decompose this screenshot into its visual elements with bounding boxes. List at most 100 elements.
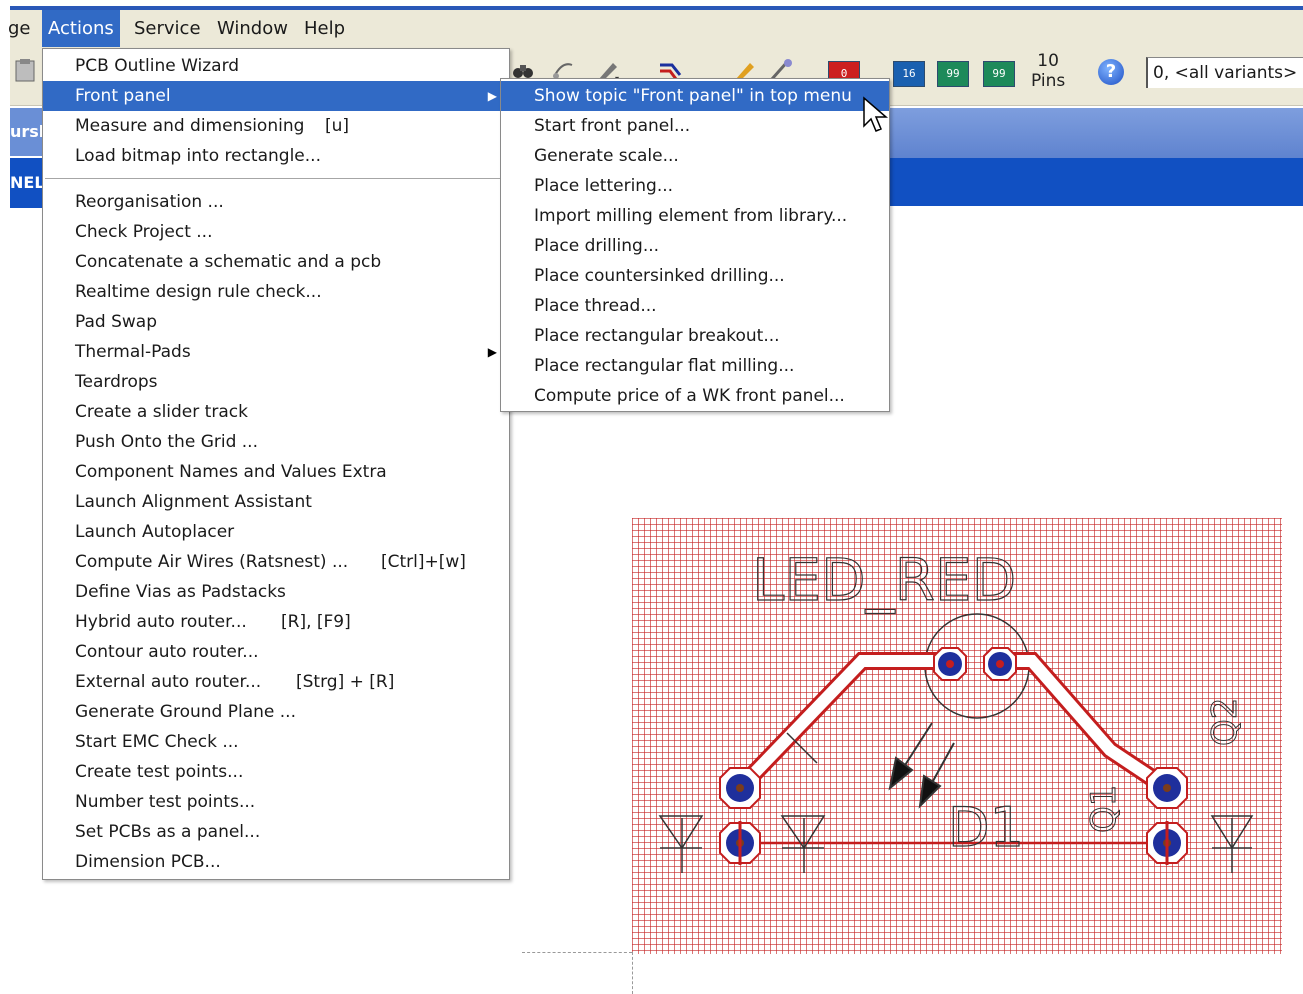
menu-page[interactable]: ge xyxy=(2,10,37,47)
menu-item-label: Measure and dimensioning xyxy=(75,116,305,136)
front-panel-submenu: Show topic "Front panel" in top menu Sta… xyxy=(500,78,890,412)
menu-item-label: Push Onto the Grid ... xyxy=(75,432,258,452)
submenu-item-generate-scale[interactable]: Generate scale... xyxy=(501,141,889,171)
menu-item-check-project[interactable]: Check Project ... xyxy=(43,217,509,247)
menu-item-label: Contour auto router... xyxy=(75,642,259,662)
help-icon[interactable]: ? xyxy=(1098,59,1124,85)
pad-led-a xyxy=(933,647,967,681)
menubar: ge Actions Service Window Help xyxy=(8,10,1303,47)
pad-q-right-2 xyxy=(1146,821,1188,865)
menu-item-shortcut: [u] xyxy=(325,116,350,136)
menu-item-label: External auto router... xyxy=(75,672,262,692)
menu-item-push-onto-grid[interactable]: Push Onto the Grid ... xyxy=(43,427,509,457)
menu-help[interactable]: Help xyxy=(298,10,351,47)
menu-item-label: Component Names and Values Extra xyxy=(75,462,387,482)
submenu-item-show-topic[interactable]: Show topic "Front panel" in top menu xyxy=(501,81,889,111)
submenu-item-place-lettering[interactable]: Place lettering... xyxy=(501,171,889,201)
menu-item-label: Compute price of a WK front panel... xyxy=(534,386,845,406)
submenu-item-compute-price[interactable]: Compute price of a WK front panel... xyxy=(501,381,889,411)
layer-chip-99b[interactable]: 99 xyxy=(983,61,1015,87)
menu-item-label: Start EMC Check ... xyxy=(75,732,239,752)
submenu-item-place-drilling[interactable]: Place drilling... xyxy=(501,231,889,261)
mouse-cursor-icon xyxy=(863,96,889,132)
menu-item-load-bitmap[interactable]: Load bitmap into rectangle... xyxy=(43,141,509,171)
menu-item-label: Show topic "Front panel" in top menu xyxy=(534,86,852,106)
menu-item-thermal-pads[interactable]: Thermal-Pads ▶ xyxy=(43,337,509,367)
menu-item-label: Place countersinked drilling... xyxy=(534,266,785,286)
q1-label: Q1 xyxy=(1084,785,1124,833)
menu-service[interactable]: Service xyxy=(128,10,207,47)
menu-item-component-names[interactable]: Component Names and Values Extra xyxy=(43,457,509,487)
pins-indicator: 10 Pins xyxy=(1031,51,1065,91)
menu-item-ground-plane[interactable]: Generate Ground Plane ... xyxy=(43,697,509,727)
actions-menu: PCB Outline Wizard Front panel ▶ Measure … xyxy=(42,48,510,880)
menu-item-label: Create a slider track xyxy=(75,402,248,422)
menu-item-shortcut: [R], [F9] xyxy=(281,612,351,632)
menu-item-label: Place thread... xyxy=(534,296,657,316)
menu-item-slider-track[interactable]: Create a slider track xyxy=(43,397,509,427)
component-value-text: LED_RED xyxy=(752,546,1016,614)
menu-item-contour-router[interactable]: Contour auto router... xyxy=(43,637,509,667)
menu-actions[interactable]: Actions xyxy=(42,10,120,47)
menu-item-label: Check Project ... xyxy=(75,222,213,242)
menu-item-shortcut: [Ctrl]+[w] xyxy=(381,552,466,572)
menu-item-reorganisation[interactable]: Reorganisation ... xyxy=(43,187,509,217)
menu-item-front-panel[interactable]: Front panel ▶ xyxy=(43,81,509,111)
variant-select[interactable]: 0, <all variants> xyxy=(1146,57,1303,88)
menu-separator xyxy=(45,178,507,179)
menu-item-realtime-drc[interactable]: Realtime design rule check... xyxy=(43,277,509,307)
menu-item-label: Create test points... xyxy=(75,762,244,782)
submenu-item-rect-flat-milling[interactable]: Place rectangular flat milling... xyxy=(501,351,889,381)
pad-q-left-2 xyxy=(719,821,761,865)
menu-item-label: Number test points... xyxy=(75,792,256,812)
menu-item-label: Place rectangular breakout... xyxy=(534,326,780,346)
title-strip-dark xyxy=(888,158,1303,206)
menu-item-label: Generate scale... xyxy=(534,146,679,166)
pcb-canvas[interactable]: LED_RED D1 Q1 Q2 xyxy=(632,518,1282,954)
menu-item-label: Import milling element from library... xyxy=(534,206,848,226)
component-name-text: D1 xyxy=(948,796,1024,859)
menu-item-shortcut: [Strg] + [R] xyxy=(296,672,395,692)
pad-led-k xyxy=(983,647,1017,681)
submenu-arrow-icon: ▶ xyxy=(487,345,497,359)
menu-item-dimension-pcb[interactable]: Dimension PCB... xyxy=(43,847,509,877)
menu-item-pad-swap[interactable]: Pad Swap xyxy=(43,307,509,337)
pins-label: Pins xyxy=(1031,71,1066,91)
layer-chip-16[interactable]: 16 xyxy=(893,61,925,87)
menu-item-label: Start front panel... xyxy=(534,116,691,136)
menu-item-label: Launch Autoplacer xyxy=(75,522,235,542)
submenu-item-countersinked-drilling[interactable]: Place countersinked drilling... xyxy=(501,261,889,291)
submenu-item-import-milling[interactable]: Import milling element from library... xyxy=(501,201,889,231)
menu-item-teardrops[interactable]: Teardrops xyxy=(43,367,509,397)
menu-item-measure-dimensioning[interactable]: Measure and dimensioning [u] xyxy=(43,111,509,141)
menu-item-emc-check[interactable]: Start EMC Check ... xyxy=(43,727,509,757)
q2-label: Q2 xyxy=(1205,698,1245,746)
layer-chip-99a[interactable]: 99 xyxy=(937,61,969,87)
menu-item-pcb-outline-wizard[interactable]: PCB Outline Wizard xyxy=(43,51,509,81)
menu-item-air-wires[interactable]: Compute Air Wires (Ratsnest) ... [Ctrl]+[… xyxy=(43,547,509,577)
menu-item-create-test-points[interactable]: Create test points... xyxy=(43,757,509,787)
clipboard-icon[interactable] xyxy=(12,57,38,83)
pins-count: 10 xyxy=(1037,51,1059,71)
menu-item-label: Launch Alignment Assistant xyxy=(75,492,312,512)
submenu-item-place-thread[interactable]: Place thread... xyxy=(501,291,889,321)
window-title-strip xyxy=(0,0,1303,10)
pad-q-right-1 xyxy=(1146,767,1188,809)
menu-item-number-test-points[interactable]: Number test points... xyxy=(43,787,509,817)
submenu-arrow-icon: ▶ xyxy=(487,89,497,103)
menu-window[interactable]: Window xyxy=(211,10,294,47)
menu-item-autoplacer[interactable]: Launch Autoplacer xyxy=(43,517,509,547)
menu-item-set-pcbs-panel[interactable]: Set PCBs as a panel... xyxy=(43,817,509,847)
menu-item-concatenate[interactable]: Concatenate a schematic and a pcb xyxy=(43,247,509,277)
menu-item-alignment-assistant[interactable]: Launch Alignment Assistant xyxy=(43,487,509,517)
menu-item-label: Reorganisation ... xyxy=(75,192,224,212)
submenu-item-rect-breakout[interactable]: Place rectangular breakout... xyxy=(501,321,889,351)
menu-item-label: Pad Swap xyxy=(75,312,158,332)
submenu-item-start-front-panel[interactable]: Start front panel... xyxy=(501,111,889,141)
menu-item-external-router[interactable]: External auto router... [Strg] + [R] xyxy=(43,667,509,697)
menu-item-hybrid-router[interactable]: Hybrid auto router... [R], [F9] xyxy=(43,607,509,637)
menu-item-label: Set PCBs as a panel... xyxy=(75,822,261,842)
pcb-drawing: LED_RED D1 Q1 Q2 xyxy=(632,518,1282,954)
menu-item-label: Concatenate a schematic and a pcb xyxy=(75,252,382,272)
menu-item-vias-padstacks[interactable]: Define Vias as Padstacks xyxy=(43,577,509,607)
